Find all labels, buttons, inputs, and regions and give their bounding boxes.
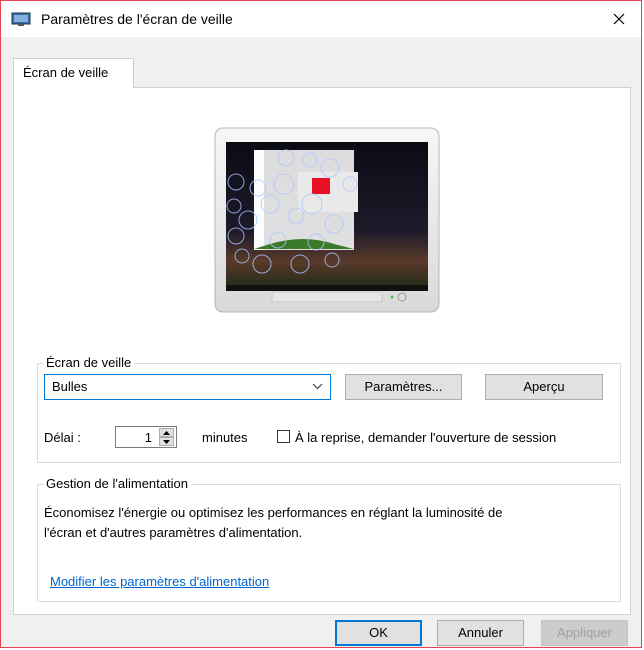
apply-button[interactable]: Appliquer	[541, 620, 628, 646]
power-settings-link[interactable]: Modifier les paramètres d'alimentation	[50, 574, 269, 589]
delay-spinner[interactable]: 1	[115, 426, 177, 448]
screensaver-settings-label: Paramètres...	[364, 379, 443, 394]
display-icon	[11, 12, 31, 26]
cancel-label: Annuler	[458, 625, 503, 640]
screensaver-group-label: Écran de veille	[43, 355, 135, 370]
preview-label: Aperçu	[523, 379, 565, 394]
cancel-button[interactable]: Annuler	[437, 620, 524, 646]
screensaver-settings-button[interactable]: Paramètres...	[345, 374, 462, 400]
power-group-label: Gestion de l'alimentation	[43, 476, 191, 491]
delay-value: 1	[144, 430, 152, 445]
preview-button[interactable]: Aperçu	[485, 374, 603, 400]
screensaver-select[interactable]: Bulles	[44, 374, 331, 400]
ok-button[interactable]: OK	[335, 620, 422, 646]
screensaver-preview-monitor	[214, 127, 440, 313]
window-title: Paramètres de l'écran de veille	[41, 11, 233, 27]
resume-lock-checkbox[interactable]	[277, 430, 290, 443]
spinner-buttons	[159, 428, 174, 446]
minutes-label: minutes	[202, 430, 248, 445]
chevron-down-icon	[312, 383, 323, 390]
caret-up-icon	[163, 430, 170, 435]
close-icon	[613, 13, 625, 25]
spinner-down-button[interactable]	[159, 437, 174, 446]
caret-down-icon	[163, 439, 170, 444]
tab-screensaver[interactable]: Écran de veille	[13, 58, 134, 88]
resume-lock-label[interactable]: À la reprise, demander l'ouverture de se…	[295, 430, 556, 445]
ok-label: OK	[369, 625, 388, 640]
power-description-line2: l'écran et d'autres paramètres d'aliment…	[44, 525, 303, 540]
delay-label: Délai :	[44, 430, 81, 445]
dialog-window: Paramètres de l'écran de veille Écran de…	[0, 0, 642, 648]
apply-label: Appliquer	[557, 625, 612, 640]
title-bar: Paramètres de l'écran de veille	[1, 1, 641, 37]
tab-label: Écran de veille	[23, 65, 109, 80]
power-description-line1: Économisez l'énergie ou optimisez les pe…	[44, 505, 503, 520]
screensaver-select-value: Bulles	[52, 379, 88, 394]
spinner-up-button[interactable]	[159, 428, 174, 437]
close-button[interactable]	[597, 1, 641, 37]
